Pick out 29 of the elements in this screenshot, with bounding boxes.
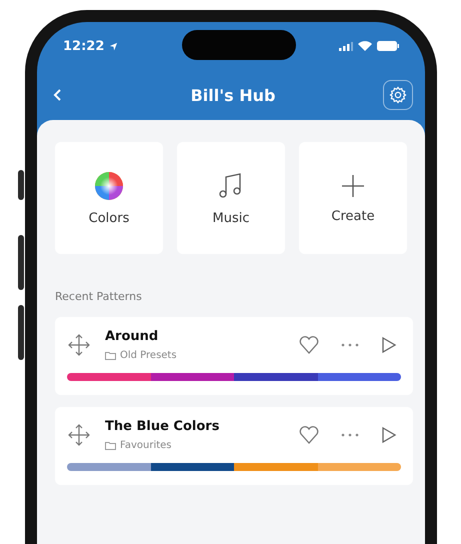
move-icon[interactable]: [67, 333, 91, 357]
plus-icon: [340, 172, 366, 198]
heart-icon: [299, 336, 319, 354]
pattern-name: Around: [105, 329, 160, 344]
more-dots-icon: [341, 343, 359, 347]
menu-tile[interactable]: Colors: [55, 142, 163, 254]
status-time: 12:22: [63, 38, 104, 54]
signal-icon: [339, 41, 353, 51]
section-title: Recent Patterns: [55, 290, 143, 303]
back-chevron-icon: [53, 88, 63, 102]
wifi-icon: [358, 41, 372, 51]
play-icon: [381, 336, 397, 354]
play-icon: [381, 426, 397, 444]
settings-button[interactable]: [383, 80, 413, 110]
screen-title: Bill's Hub: [190, 86, 276, 104]
folder-name: Favourites: [120, 440, 172, 451]
more-dots-icon: [341, 433, 359, 437]
settings-icon: [389, 86, 407, 104]
color-wheel-icon: [94, 170, 124, 200]
location-arrow-icon: [109, 42, 118, 50]
menu-tile[interactable]: Create: [299, 142, 407, 254]
folder-icon: [105, 351, 116, 360]
menu-tile[interactable]: Music: [177, 142, 285, 254]
pattern-name: The Blue Colors: [105, 419, 220, 434]
move-icon[interactable]: [67, 423, 91, 447]
folder-icon: [105, 441, 116, 450]
folder-name: Old Presets: [120, 350, 177, 361]
heart-icon: [299, 426, 319, 444]
battery-icon: [377, 41, 399, 51]
